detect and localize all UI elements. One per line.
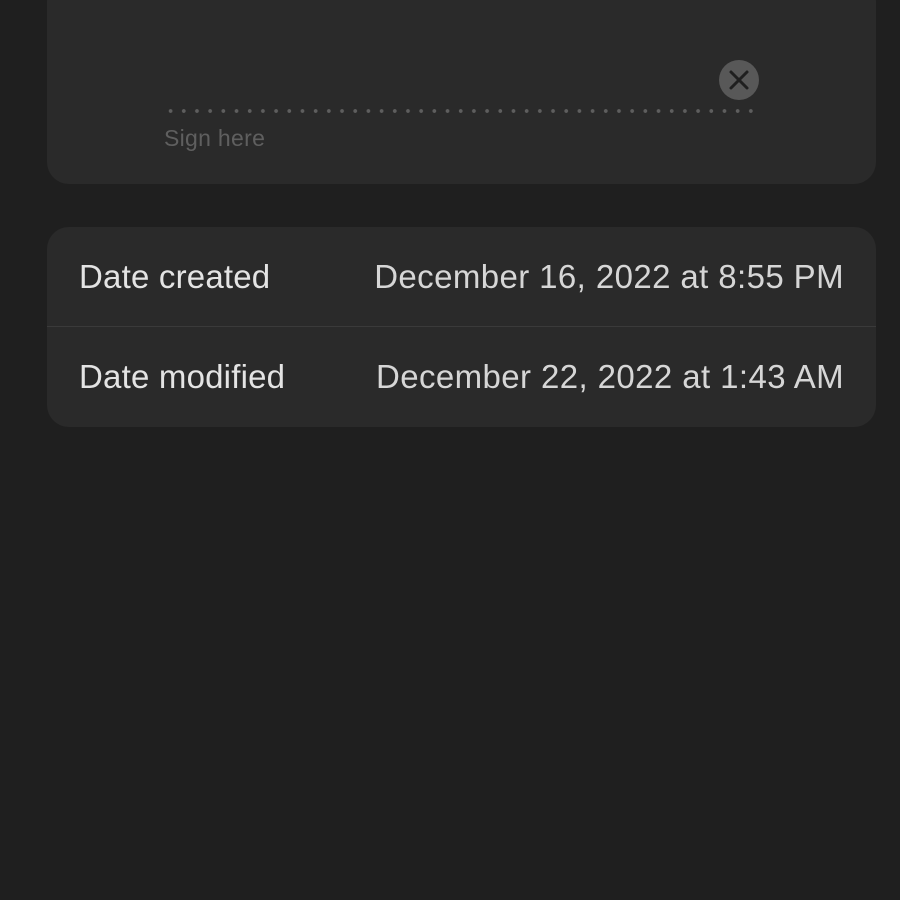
screen: Sign here Date created December 16, 2022…: [0, 0, 900, 900]
clear-signature-button[interactable]: [719, 60, 759, 100]
date-created-value: December 16, 2022 at 8:55 PM: [374, 257, 844, 295]
info-row-date-modified: Date modified December 22, 2022 at 1:43 …: [47, 327, 876, 427]
close-icon: [729, 70, 749, 90]
date-created-label: Date created: [79, 257, 271, 295]
signature-line[interactable]: [164, 109, 760, 113]
date-modified-value: December 22, 2022 at 1:43 AM: [376, 358, 844, 395]
info-row-date-created: Date created December 16, 2022 at 8:55 P…: [47, 227, 876, 326]
signature-card: Sign here: [47, 0, 876, 184]
info-card: Date created December 16, 2022 at 8:55 P…: [47, 227, 876, 427]
signature-placeholder: Sign here: [164, 125, 266, 151]
date-modified-label: Date modified: [79, 358, 286, 395]
